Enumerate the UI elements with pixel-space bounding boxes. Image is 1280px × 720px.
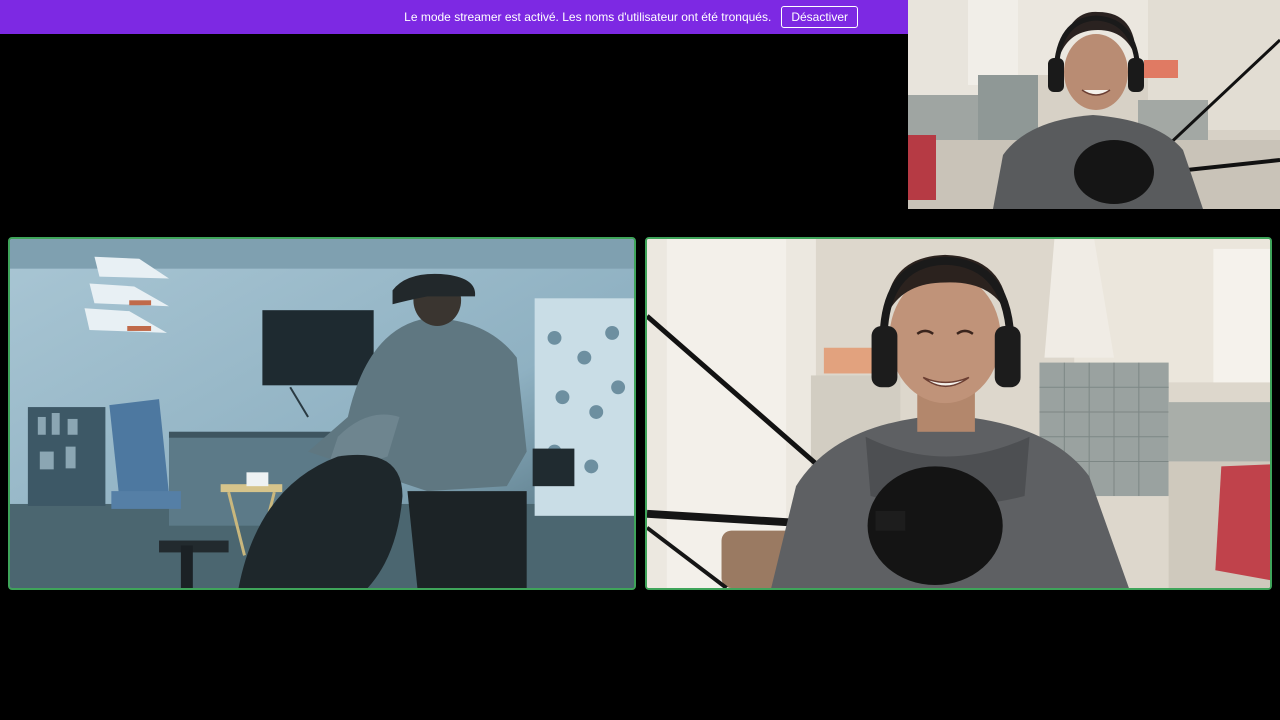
streamer-mode-message: Le mode streamer est activé. Les noms d'…: [404, 10, 772, 24]
participant-video-frame: [647, 239, 1270, 588]
call-window: Le mode streamer est activé. Les noms d'…: [0, 0, 1280, 720]
self-view-video-frame: [908, 0, 1280, 209]
self-view-video[interactable]: [908, 0, 1280, 209]
streamer-mode-banner: Le mode streamer est activé. Les noms d'…: [0, 0, 908, 34]
participant-video-tile[interactable]: [8, 237, 636, 590]
disable-streamer-mode-button[interactable]: Désactiver: [781, 6, 858, 28]
participant-video-tile[interactable]: [645, 237, 1272, 590]
participant-video-frame: [10, 239, 634, 588]
